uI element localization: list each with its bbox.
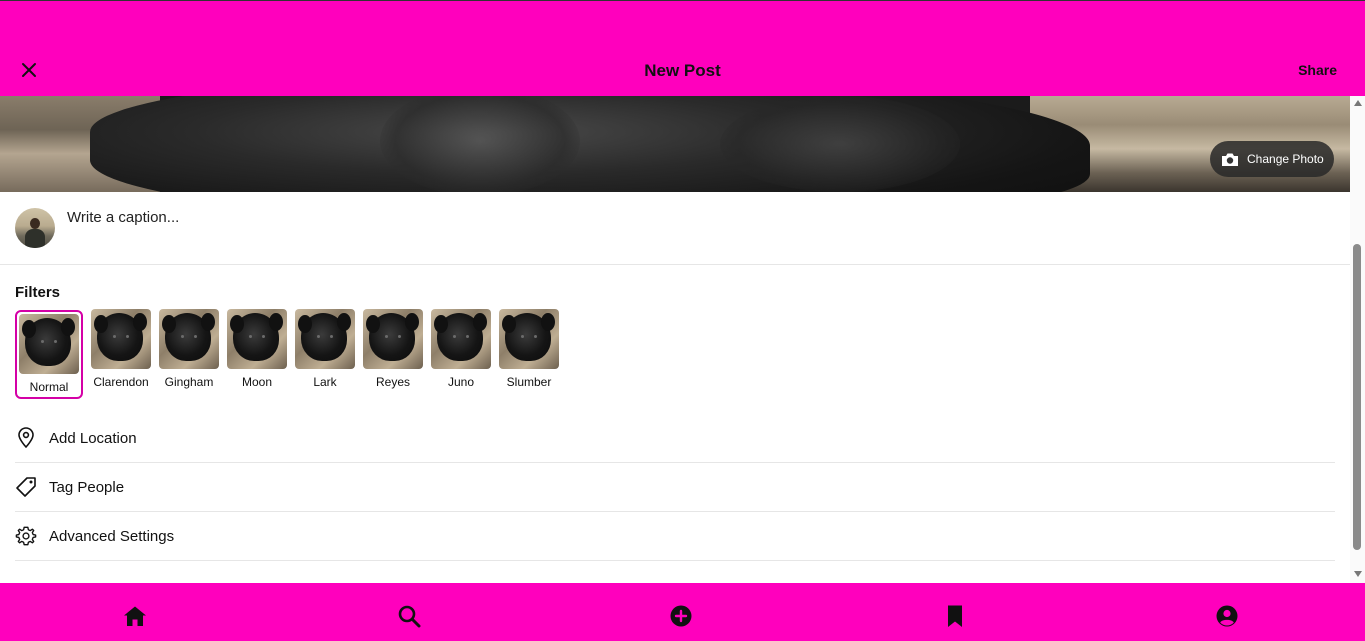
post-photo: Change Photo	[0, 96, 1350, 192]
filter-label: Lark	[313, 375, 337, 389]
option-label: Tag People	[49, 478, 125, 496]
filter-thumbnail	[159, 309, 219, 369]
change-photo-label: Change Photo	[1247, 152, 1324, 166]
filter-reyes[interactable]: Reyes	[363, 309, 423, 389]
bookmark-icon[interactable]	[942, 603, 968, 629]
option-label: Add Location	[49, 429, 137, 447]
add-location-option[interactable]: Add Location	[15, 414, 1335, 463]
tag-people-option[interactable]: Tag People	[15, 463, 1335, 512]
search-icon[interactable]	[396, 603, 422, 629]
filter-label: Clarendon	[93, 375, 149, 389]
caption-row	[0, 192, 1350, 265]
filter-moon[interactable]: Moon	[227, 309, 287, 389]
filters-title: Filters	[15, 284, 61, 301]
page-title: New Post	[644, 61, 721, 80]
scrollbar-thumb[interactable]	[1353, 244, 1361, 550]
option-label: Advanced Settings	[49, 527, 175, 545]
bottom-navigation	[0, 583, 1365, 641]
filter-label: Moon	[241, 375, 273, 389]
filter-gingham[interactable]: Gingham	[159, 309, 219, 389]
filter-label: Slumber	[506, 375, 552, 389]
camera-icon	[1222, 153, 1238, 166]
scroll-down-arrow-icon[interactable]	[1354, 571, 1362, 577]
home-icon[interactable]	[122, 603, 148, 629]
post-editor: Change Photo Filters Normal Clarendon Gi…	[0, 96, 1350, 583]
new-post-screen: New Post Share Change Photo Filters	[0, 0, 1365, 641]
filter-normal[interactable]: Normal	[15, 310, 83, 399]
filter-thumbnail	[91, 309, 151, 369]
filter-label: Normal	[29, 380, 69, 394]
filter-thumbnail	[431, 309, 491, 369]
filter-thumbnail	[227, 309, 287, 369]
filter-label: Gingham	[164, 375, 214, 389]
location-pin-icon	[15, 427, 37, 449]
filter-slumber[interactable]: Slumber	[499, 309, 559, 389]
advanced-settings-option[interactable]: Advanced Settings	[15, 512, 1335, 561]
share-button[interactable]: Share	[1298, 62, 1337, 78]
scrollbar[interactable]	[1350, 96, 1365, 583]
filter-thumbnail	[19, 314, 79, 374]
filter-thumbnail	[363, 309, 423, 369]
filter-lark[interactable]: Lark	[295, 309, 355, 389]
filter-juno[interactable]: Juno	[431, 309, 491, 389]
add-circle-icon[interactable]	[668, 603, 694, 629]
gear-icon	[15, 525, 37, 547]
caption-input[interactable]	[67, 206, 967, 228]
filter-label: Juno	[447, 375, 475, 389]
top-bar: New Post Share	[0, 0, 1365, 96]
change-photo-button[interactable]: Change Photo	[1210, 141, 1334, 177]
tag-icon	[15, 476, 37, 498]
filter-thumbnail	[499, 309, 559, 369]
avatar	[15, 208, 55, 248]
profile-icon[interactable]	[1214, 603, 1240, 629]
scroll-up-arrow-icon[interactable]	[1354, 100, 1362, 106]
filter-clarendon[interactable]: Clarendon	[91, 309, 151, 389]
filter-label: Reyes	[375, 375, 410, 389]
filter-thumbnail	[295, 309, 355, 369]
